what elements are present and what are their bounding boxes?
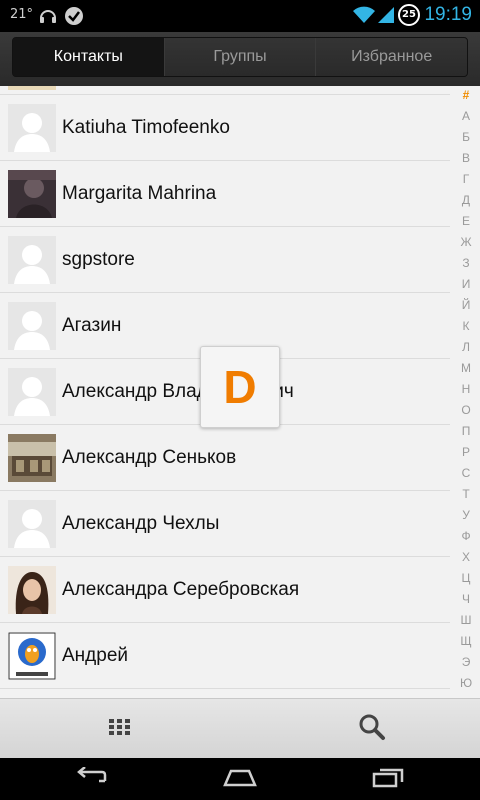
index-letter[interactable]: Х <box>452 550 480 564</box>
list-item[interactable]: Андрей <box>0 623 450 689</box>
photo-avatar <box>8 170 56 218</box>
list-item[interactable]: Александра Серебровская <box>0 557 450 623</box>
contact-name: sgpstore <box>62 249 135 270</box>
default-avatar-icon <box>8 302 56 350</box>
back-icon <box>75 766 109 791</box>
checkmark-icon <box>64 6 84 26</box>
index-letter[interactable]: Т <box>452 487 480 501</box>
avatar <box>8 104 56 152</box>
search-icon <box>358 713 386 745</box>
tab-contacts[interactable]: Контакты <box>13 38 164 76</box>
contact-name: Андрей <box>62 645 128 666</box>
dialpad-icon <box>109 719 131 739</box>
tab-groups[interactable]: Группы <box>163 38 316 76</box>
avatar <box>8 434 56 482</box>
avatar <box>8 170 56 218</box>
index-letter[interactable]: Д <box>452 193 480 207</box>
back-button[interactable] <box>12 758 172 800</box>
list-item[interactable]: Margarita Mahrina <box>0 161 450 227</box>
signal-icon <box>376 5 396 25</box>
index-letter[interactable]: У <box>452 508 480 522</box>
bottom-action-bar <box>0 698 480 759</box>
index-letter[interactable]: Й <box>452 298 480 312</box>
index-letter[interactable]: Ю <box>452 676 480 690</box>
contact-name: Агазин <box>62 315 122 336</box>
recent-apps-icon <box>372 766 404 792</box>
partial-list-item <box>0 86 450 95</box>
index-letter[interactable]: Н <box>452 382 480 396</box>
index-letter[interactable]: Е <box>452 214 480 228</box>
index-letter[interactable]: И <box>452 277 480 291</box>
temperature-text: 21° <box>10 7 34 22</box>
default-avatar-icon <box>8 500 56 548</box>
list-item[interactable]: Александр Сеньков <box>0 425 450 491</box>
tab-favorites[interactable]: Избранное <box>315 38 467 76</box>
index-letter[interactable]: З <box>452 256 480 270</box>
avatar <box>8 566 56 614</box>
default-avatar-icon <box>8 368 56 416</box>
home-icon <box>223 767 257 791</box>
index-letter[interactable]: Б <box>452 130 480 144</box>
tabs-container: Контакты Группы Избранное <box>12 37 468 77</box>
navigation-bar <box>0 758 480 800</box>
index-letter[interactable]: Щ <box>452 634 480 648</box>
index-letter[interactable]: Г <box>452 172 480 186</box>
avatar <box>8 500 56 548</box>
headphones-icon <box>38 6 58 26</box>
index-letter[interactable]: А <box>452 109 480 123</box>
avatar <box>8 632 56 680</box>
index-letter[interactable]: Ч <box>452 592 480 606</box>
index-letter[interactable]: # <box>452 88 480 102</box>
index-letter[interactable]: К <box>452 319 480 333</box>
fast-scroll-letter-popup: D <box>200 346 280 428</box>
index-letter[interactable]: Ф <box>452 529 480 543</box>
contact-name: Александр Сеньков <box>62 447 237 468</box>
list-item[interactable]: sgpstore <box>0 227 450 293</box>
default-avatar-icon <box>8 104 56 152</box>
index-letter[interactable]: Э <box>452 655 480 669</box>
index-letter[interactable]: Ж <box>452 235 480 249</box>
status-bar: 21° 25 19:19 <box>0 0 480 32</box>
home-button[interactable] <box>160 758 320 800</box>
default-avatar-icon <box>8 236 56 284</box>
photo-avatar <box>8 566 56 614</box>
index-letter[interactable]: Л <box>452 340 480 354</box>
avatar <box>8 86 56 90</box>
alphabet-index[interactable]: # А Б В Г Д Е Ж З И Й К Л М Н О П Р С Т … <box>452 86 480 698</box>
search-button[interactable] <box>252 699 480 759</box>
contact-name: Margarita Mahrina <box>62 183 217 204</box>
index-letter[interactable]: Р <box>452 445 480 459</box>
index-letter[interactable]: О <box>452 403 480 417</box>
avatar <box>8 302 56 350</box>
list-item[interactable]: Katiuha Timofeenko <box>0 95 450 161</box>
index-letter[interactable]: М <box>452 361 480 375</box>
battery-icon: 25 <box>398 4 420 26</box>
index-letter[interactable]: В <box>452 151 480 165</box>
wifi-icon <box>352 5 376 25</box>
index-letter[interactable]: Ц <box>452 571 480 585</box>
photo-avatar <box>8 632 56 680</box>
avatar <box>8 368 56 416</box>
index-letter[interactable]: Ш <box>452 613 480 627</box>
index-letter[interactable]: С <box>452 466 480 480</box>
contact-name: Александр Чехлы <box>62 513 220 534</box>
contact-name: Katiuha Timofeenko <box>62 117 230 138</box>
tab-bar: Контакты Группы Избранное <box>0 32 480 86</box>
index-letter[interactable]: П <box>452 424 480 438</box>
recent-apps-button[interactable] <box>308 758 468 800</box>
photo-avatar <box>8 434 56 482</box>
list-item[interactable]: Александр Чехлы <box>0 491 450 557</box>
avatar <box>8 236 56 284</box>
contact-name: Александра Серебровская <box>62 579 300 600</box>
contacts-list[interactable]: Katiuha Timofeenko Margarita Mahrina sgp… <box>0 86 480 698</box>
dialpad-button[interactable] <box>0 699 240 759</box>
clock-text: 19:19 <box>424 4 472 25</box>
